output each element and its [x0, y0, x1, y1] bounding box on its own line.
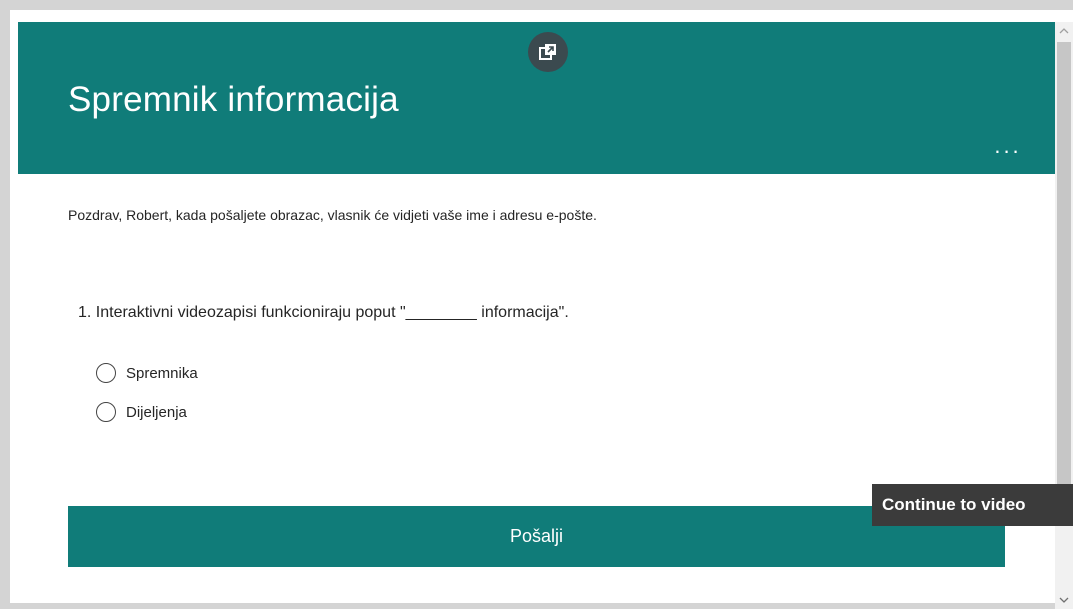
chevron-down-icon[interactable]	[1055, 591, 1073, 609]
scroll-thumb[interactable]	[1057, 42, 1071, 484]
frame-gutter	[10, 10, 18, 605]
popout-button[interactable]	[528, 32, 568, 72]
frame-border-bottom	[10, 603, 1073, 609]
option-dijeljenja[interactable]: Dijeljenja	[96, 399, 187, 425]
continue-to-video-tooltip[interactable]: Continue to video	[872, 484, 1073, 526]
form-frame: Spremnik informacija ... Pozdrav, Robert…	[0, 0, 1073, 609]
greeting-text: Pozdrav, Robert, kada pošaljete obrazac,…	[68, 207, 597, 223]
frame-border-top	[0, 0, 1073, 10]
question-text: 1. Interaktivni videozapisi funkcioniraj…	[78, 304, 569, 321]
submit-button[interactable]: Pošalji	[68, 506, 1005, 567]
option-label: Dijeljenja	[126, 403, 187, 421]
radio-button[interactable]	[96, 402, 116, 422]
radio-button[interactable]	[96, 363, 116, 383]
option-label: Spremnika	[126, 364, 198, 382]
chevron-up-icon[interactable]	[1055, 22, 1073, 40]
frame-border-left	[0, 0, 10, 609]
more-options-button[interactable]: ...	[990, 134, 1026, 158]
option-spremnika[interactable]: Spremnika	[96, 360, 198, 386]
popout-icon	[539, 44, 556, 60]
form-title: Spremnik informacija	[68, 80, 399, 119]
